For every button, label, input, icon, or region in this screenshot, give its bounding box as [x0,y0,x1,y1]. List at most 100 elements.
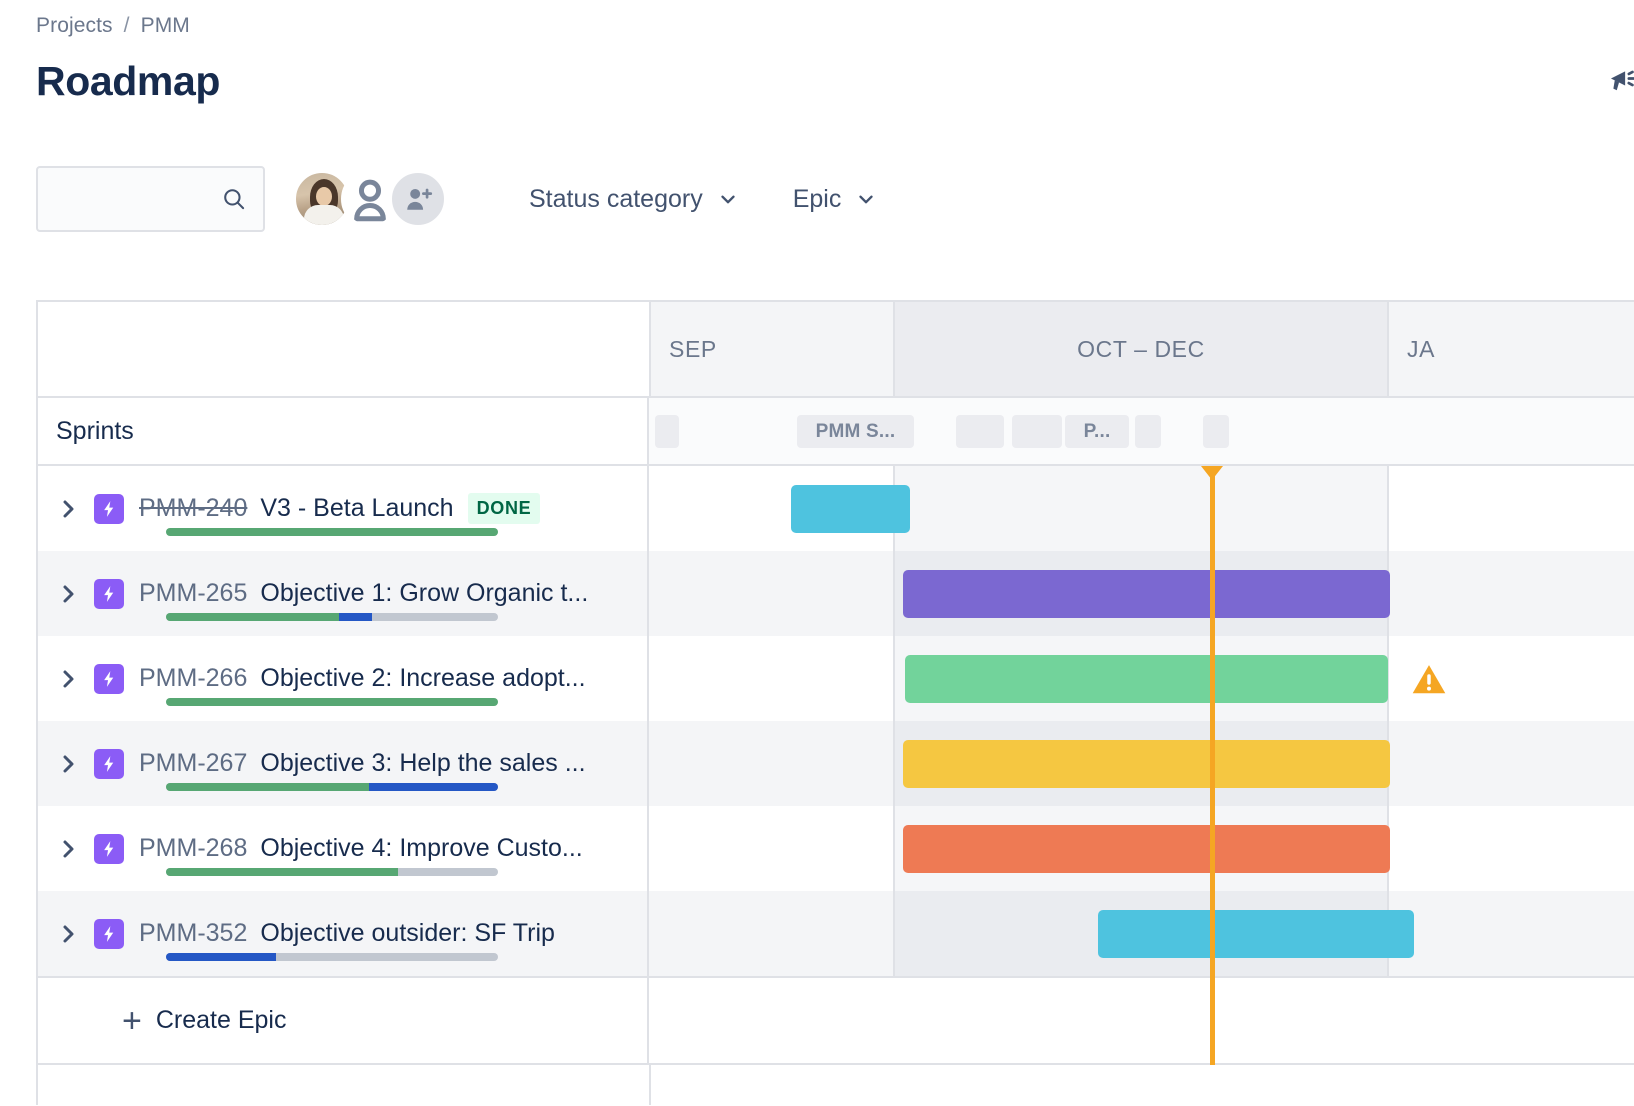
epic-summary[interactable]: Objective 3: Help the sales ... [260,749,585,778]
sprint-pill[interactable]: PMM S... [797,415,914,448]
epic-summary[interactable]: Objective 2: Increase adopt... [260,664,585,693]
progress-segment-done [166,698,498,706]
epic-key[interactable]: PMM-352 [139,919,247,948]
epic-timeline-track[interactable] [649,891,1634,976]
progress-segment-done [166,528,498,536]
progress-segment-inprogress [339,613,372,621]
epic-key[interactable]: PMM-267 [139,749,247,778]
epic-row-left[interactable]: PMM-265 Objective 1: Grow Organic t... [38,551,649,636]
grid-bottom-track [651,1065,1634,1105]
give-feedback-button[interactable]: Giv [1606,64,1634,98]
epic-row[interactable]: PMM-240 V3 - Beta Launch DONE [38,466,1634,551]
sprints-track: PMM S... P... [649,398,1634,464]
breadcrumb-projects[interactable]: Projects [36,14,113,38]
epic-row-left[interactable]: PMM-266 Objective 2: Increase adopt... [38,636,649,721]
epic-timeline-track[interactable] [649,721,1634,806]
epic-row[interactable]: PMM-267 Objective 3: Help the sales ... [38,721,1634,806]
column-guide-line [893,636,895,721]
progress-segment-inprogress [166,953,276,961]
timeline-month-sep-label: SEP [669,336,717,363]
expand-chevron-icon[interactable] [56,922,80,946]
epic-timeline-bar[interactable] [903,825,1390,873]
sprint-pill[interactable]: P... [1065,415,1129,448]
epic-timeline-track[interactable] [649,636,1634,721]
chevron-down-icon [855,188,877,210]
search-input[interactable] [50,168,229,232]
epic-type-icon [94,834,124,864]
sprint-pill[interactable] [655,415,679,448]
sprint-pill[interactable] [956,415,1004,448]
toolbar: Status category Epic [36,166,883,232]
expand-chevron-icon[interactable] [56,837,80,861]
epic-type-icon [94,664,124,694]
epic-row[interactable]: PMM-352 Objective outsider: SF Trip [38,891,1634,976]
epic-row-left[interactable]: PMM-240 V3 - Beta Launch DONE [38,466,649,551]
add-people-button[interactable] [389,170,447,228]
epic-summary[interactable]: Objective 1: Grow Organic t... [260,579,588,608]
timeline-header-spacer [38,302,651,396]
expand-chevron-icon[interactable] [56,752,80,776]
chevron-down-icon [717,188,739,210]
epic-key[interactable]: PMM-265 [139,579,247,608]
expand-chevron-icon[interactable] [56,667,80,691]
timeline-month-jan-label: JA [1407,336,1435,363]
epic-row-left[interactable]: PMM-267 Objective 3: Help the sales ... [38,721,649,806]
expand-chevron-icon[interactable] [56,582,80,606]
epic-progress-bar [166,613,498,621]
epic-row[interactable]: PMM-266 Objective 2: Increase adopt... [38,636,1634,721]
epic-progress-bar [166,953,498,961]
create-epic-button[interactable]: + Create Epic [38,978,649,1063]
sprint-pill[interactable] [1135,415,1161,448]
avatar-group [293,170,447,228]
filter-status-category[interactable]: Status category [523,179,745,220]
breadcrumb: Projects / PMM [36,14,190,38]
epic-timeline-track[interactable] [649,806,1634,891]
column-guide-line [893,551,895,636]
megaphone-icon [1606,64,1634,98]
epic-summary[interactable]: Objective outsider: SF Trip [260,919,555,948]
sprint-pill[interactable] [1203,415,1229,448]
epic-type-icon [94,919,124,949]
epic-key[interactable]: PMM-240 [139,494,247,523]
epic-timeline-bar[interactable] [791,485,910,533]
epic-row-left[interactable]: PMM-352 Objective outsider: SF Trip [38,891,649,976]
epic-summary[interactable]: V3 - Beta Launch [260,494,453,523]
search-icon [221,186,247,212]
epic-row[interactable]: PMM-265 Objective 1: Grow Organic t... [38,551,1634,636]
epic-timeline-track[interactable] [649,551,1634,636]
epic-key[interactable]: PMM-266 [139,664,247,693]
epic-progress-bar [166,783,498,791]
breadcrumb-project[interactable]: PMM [141,14,190,38]
epic-rows: PMM-240 V3 - Beta Launch DONE PMM-265 Object… [38,466,1634,976]
epic-summary[interactable]: Objective 4: Improve Custo... [260,834,582,863]
epic-timeline-bar[interactable] [905,655,1388,703]
breadcrumb-separator: / [124,14,130,38]
epic-progress-bar [166,528,498,536]
epic-row-left[interactable]: PMM-268 Objective 4: Improve Custo... [38,806,649,891]
expand-chevron-icon[interactable] [56,497,80,521]
page-title: Roadmap [36,58,220,105]
create-epic-label: Create Epic [156,1006,287,1035]
column-guide-line [893,721,895,806]
epic-timeline-bar[interactable] [1098,910,1414,958]
column-guide-line [893,891,895,976]
epic-key[interactable]: PMM-268 [139,834,247,863]
grid-bottom-left [38,1065,651,1105]
create-epic-row[interactable]: + Create Epic [38,976,1634,1063]
epic-timeline-bar[interactable] [903,740,1390,788]
filter-status-category-label: Status category [529,185,703,214]
sprint-pill[interactable] [1012,415,1062,448]
epic-timeline-bar[interactable] [903,570,1390,618]
status-badge: DONE [468,493,541,524]
filter-epic[interactable]: Epic [787,179,884,220]
column-guide-line [893,806,895,891]
progress-segment-done [166,613,339,621]
epic-row[interactable]: PMM-268 Objective 4: Improve Custo... [38,806,1634,891]
epic-type-icon [94,494,124,524]
timeline-month-sep: SEP [651,302,895,396]
warning-icon[interactable] [1410,660,1448,698]
timeline-month-jan: JA [1389,302,1634,396]
search-box[interactable] [36,166,265,232]
sprints-row: Sprints PMM S...P... [38,398,1634,466]
epic-timeline-track[interactable] [649,466,1634,551]
